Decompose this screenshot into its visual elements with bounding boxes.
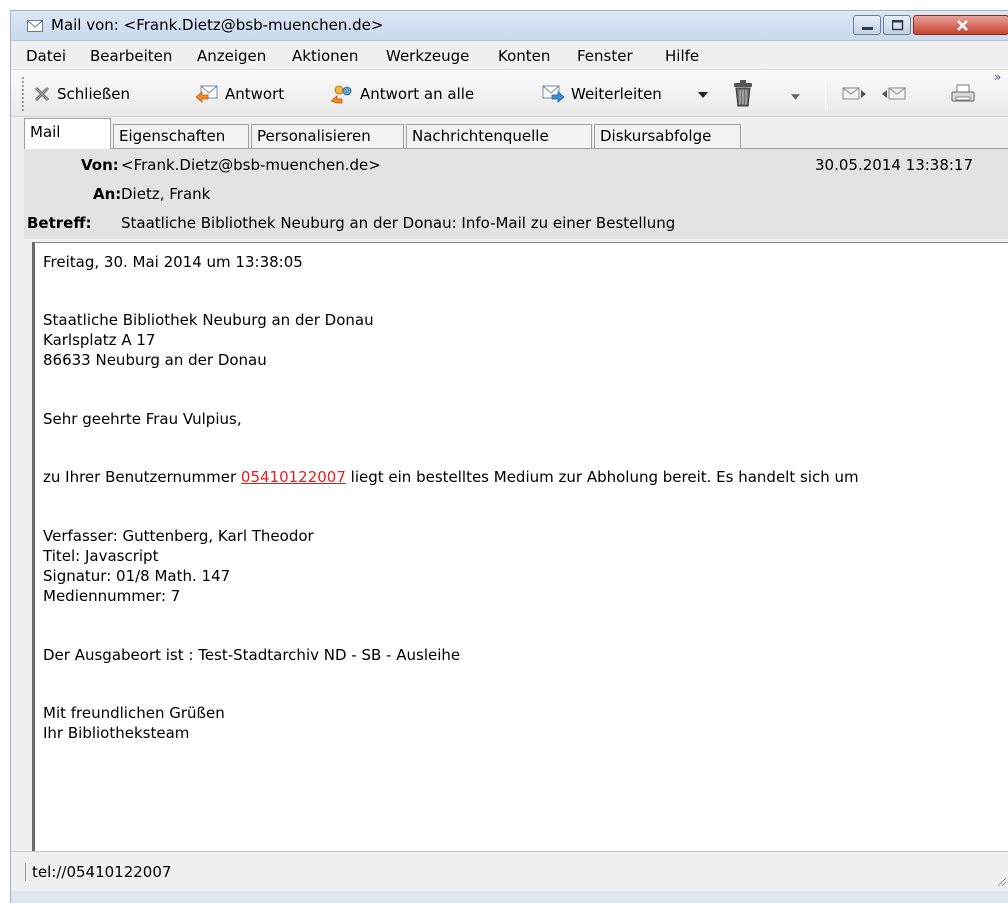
window-bottom-border xyxy=(11,891,1008,903)
menu-werkzeuge[interactable]: Werkzeuge xyxy=(386,47,469,65)
resize-grip-icon[interactable] xyxy=(995,875,1007,887)
maximize-button[interactable] xyxy=(883,15,911,35)
body-dateline: Freitag, 30. Mai 2014 um 13:38:05 xyxy=(43,253,303,271)
print-button[interactable] xyxy=(951,82,981,106)
message-date: 30.05.2014 13:38:17 xyxy=(815,156,974,174)
menu-aktionen[interactable]: Aktionen xyxy=(292,47,358,65)
envelope-next-icon xyxy=(842,87,866,100)
menu-konten[interactable]: Konten xyxy=(498,47,550,65)
close-icon xyxy=(957,20,968,31)
forward-button[interactable]: Weiterleiten xyxy=(541,82,662,106)
menu-bar: Datei Bearbeiten Anzeigen Aktionen Werkz… xyxy=(11,42,1008,68)
mail-window: Mail von: <Frank.Dietz@bsb-muenchen.de> … xyxy=(10,10,1008,903)
tab-personalisieren[interactable]: Personalisieren xyxy=(251,124,404,148)
from-label: Von: xyxy=(81,156,119,174)
status-text: tel://05410122007 xyxy=(25,863,171,881)
delete-dropdown-icon[interactable] xyxy=(791,94,800,100)
message-header: Von: <Frank.Dietz@bsb-muenchen.de> 30.05… xyxy=(24,148,1008,239)
trash-icon xyxy=(734,80,752,107)
subject-label: Betreff: xyxy=(27,214,92,232)
tab-mail[interactable]: Mail xyxy=(24,118,111,149)
close-message-button[interactable]: Schließen xyxy=(33,82,130,106)
previous-message-button[interactable] xyxy=(881,82,913,106)
reply-button[interactable]: Antwort xyxy=(195,82,284,106)
body-intro-before: zu Ihrer Benutzernummer xyxy=(43,468,241,486)
to-value[interactable]: Dietz, Frank xyxy=(121,185,210,203)
user-number-link[interactable]: 05410122007 xyxy=(241,468,346,486)
status-bar: tel://05410122007 xyxy=(11,851,1008,891)
minimize-button[interactable] xyxy=(853,15,881,35)
forward-label: Weiterleiten xyxy=(571,85,662,103)
reply-all-label: Antwort an alle xyxy=(360,85,475,103)
toolbar-overflow-chevron[interactable]: » xyxy=(994,70,1001,84)
minimize-icon xyxy=(862,27,873,30)
to-label: An: xyxy=(93,185,122,203)
menu-anzeigen[interactable]: Anzeigen xyxy=(197,47,266,65)
reply-label: Antwort xyxy=(225,85,285,103)
forward-dropdown-icon[interactable] xyxy=(698,91,708,99)
window-title: Mail von: <Frank.Dietz@bsb-muenchen.de> xyxy=(51,16,384,34)
body-address-line: Staatliche Bibliothek Neuburg an der Don… xyxy=(43,311,374,329)
body-pickup-location: Der Ausgabeort ist : Test-Stadtarchiv ND… xyxy=(43,646,461,664)
body-detail-line: Signatur: 01/8 Math. 147 xyxy=(43,567,231,585)
toolbar-grip[interactable] xyxy=(21,76,25,112)
subject-value: Staatliche Bibliothek Neuburg an der Don… xyxy=(121,214,676,232)
title-bar[interactable]: Mail von: <Frank.Dietz@bsb-muenchen.de> xyxy=(11,11,1008,41)
body-intro-after: liegt ein bestelltes Medium zur Abholung… xyxy=(345,468,859,486)
menu-hilfe[interactable]: Hilfe xyxy=(665,47,699,65)
maximize-icon xyxy=(892,20,904,31)
envelope-previous-icon xyxy=(882,87,906,100)
body-detail-line: Titel: Javascript xyxy=(43,547,159,565)
toolbar-separator xyxy=(825,80,826,110)
close-window-button[interactable] xyxy=(913,15,1008,35)
close-message-label: Schließen xyxy=(57,85,131,103)
tab-strip: Mail Eigenschaften Personalisieren Nachr… xyxy=(11,118,1008,149)
tab-eigenschaften[interactable]: Eigenschaften xyxy=(113,124,249,148)
message-body[interactable]: Freitag, 30. Mai 2014 um 13:38:05 Staatl… xyxy=(32,242,1008,852)
close-x-icon xyxy=(34,86,50,102)
reply-all-icon xyxy=(330,85,352,104)
printer-icon xyxy=(951,84,975,102)
body-detail-line: Verfasser: Guttenberg, Karl Theodor xyxy=(43,527,314,545)
tab-nachrichtenquelle[interactable]: Nachrichtenquelle xyxy=(406,124,592,148)
body-address-line: 86633 Neuburg an der Donau xyxy=(43,351,267,369)
reply-icon xyxy=(195,85,218,103)
forward-icon xyxy=(542,85,565,103)
delete-button[interactable] xyxy=(731,78,761,108)
body-salutation: Sehr geehrte Frau Vulpius, xyxy=(43,410,242,428)
menu-bearbeiten[interactable]: Bearbeiten xyxy=(90,47,172,65)
reply-all-button[interactable]: Antwort an alle xyxy=(330,82,474,106)
body-intro: zu Ihrer Benutzernummer 05410122007 lieg… xyxy=(43,468,859,486)
body-detail-line: Mediennummer: 7 xyxy=(43,587,181,605)
from-value[interactable]: <Frank.Dietz@bsb-muenchen.de> xyxy=(121,156,381,174)
menu-fenster[interactable]: Fenster xyxy=(577,47,633,65)
toolbar: » Schließen Antwort Antwort an alle Weit… xyxy=(11,69,1008,117)
tab-diskursabfolge[interactable]: Diskursabfolge xyxy=(594,124,741,148)
body-closing-line: Ihr Bibliotheksteam xyxy=(43,724,190,742)
body-closing-line: Mit freundlichen Grüßen xyxy=(43,704,225,722)
envelope-icon xyxy=(27,20,43,32)
menu-datei[interactable]: Datei xyxy=(26,47,66,65)
body-address-line: Karlsplatz A 17 xyxy=(43,331,156,349)
next-message-button[interactable] xyxy=(841,82,873,106)
